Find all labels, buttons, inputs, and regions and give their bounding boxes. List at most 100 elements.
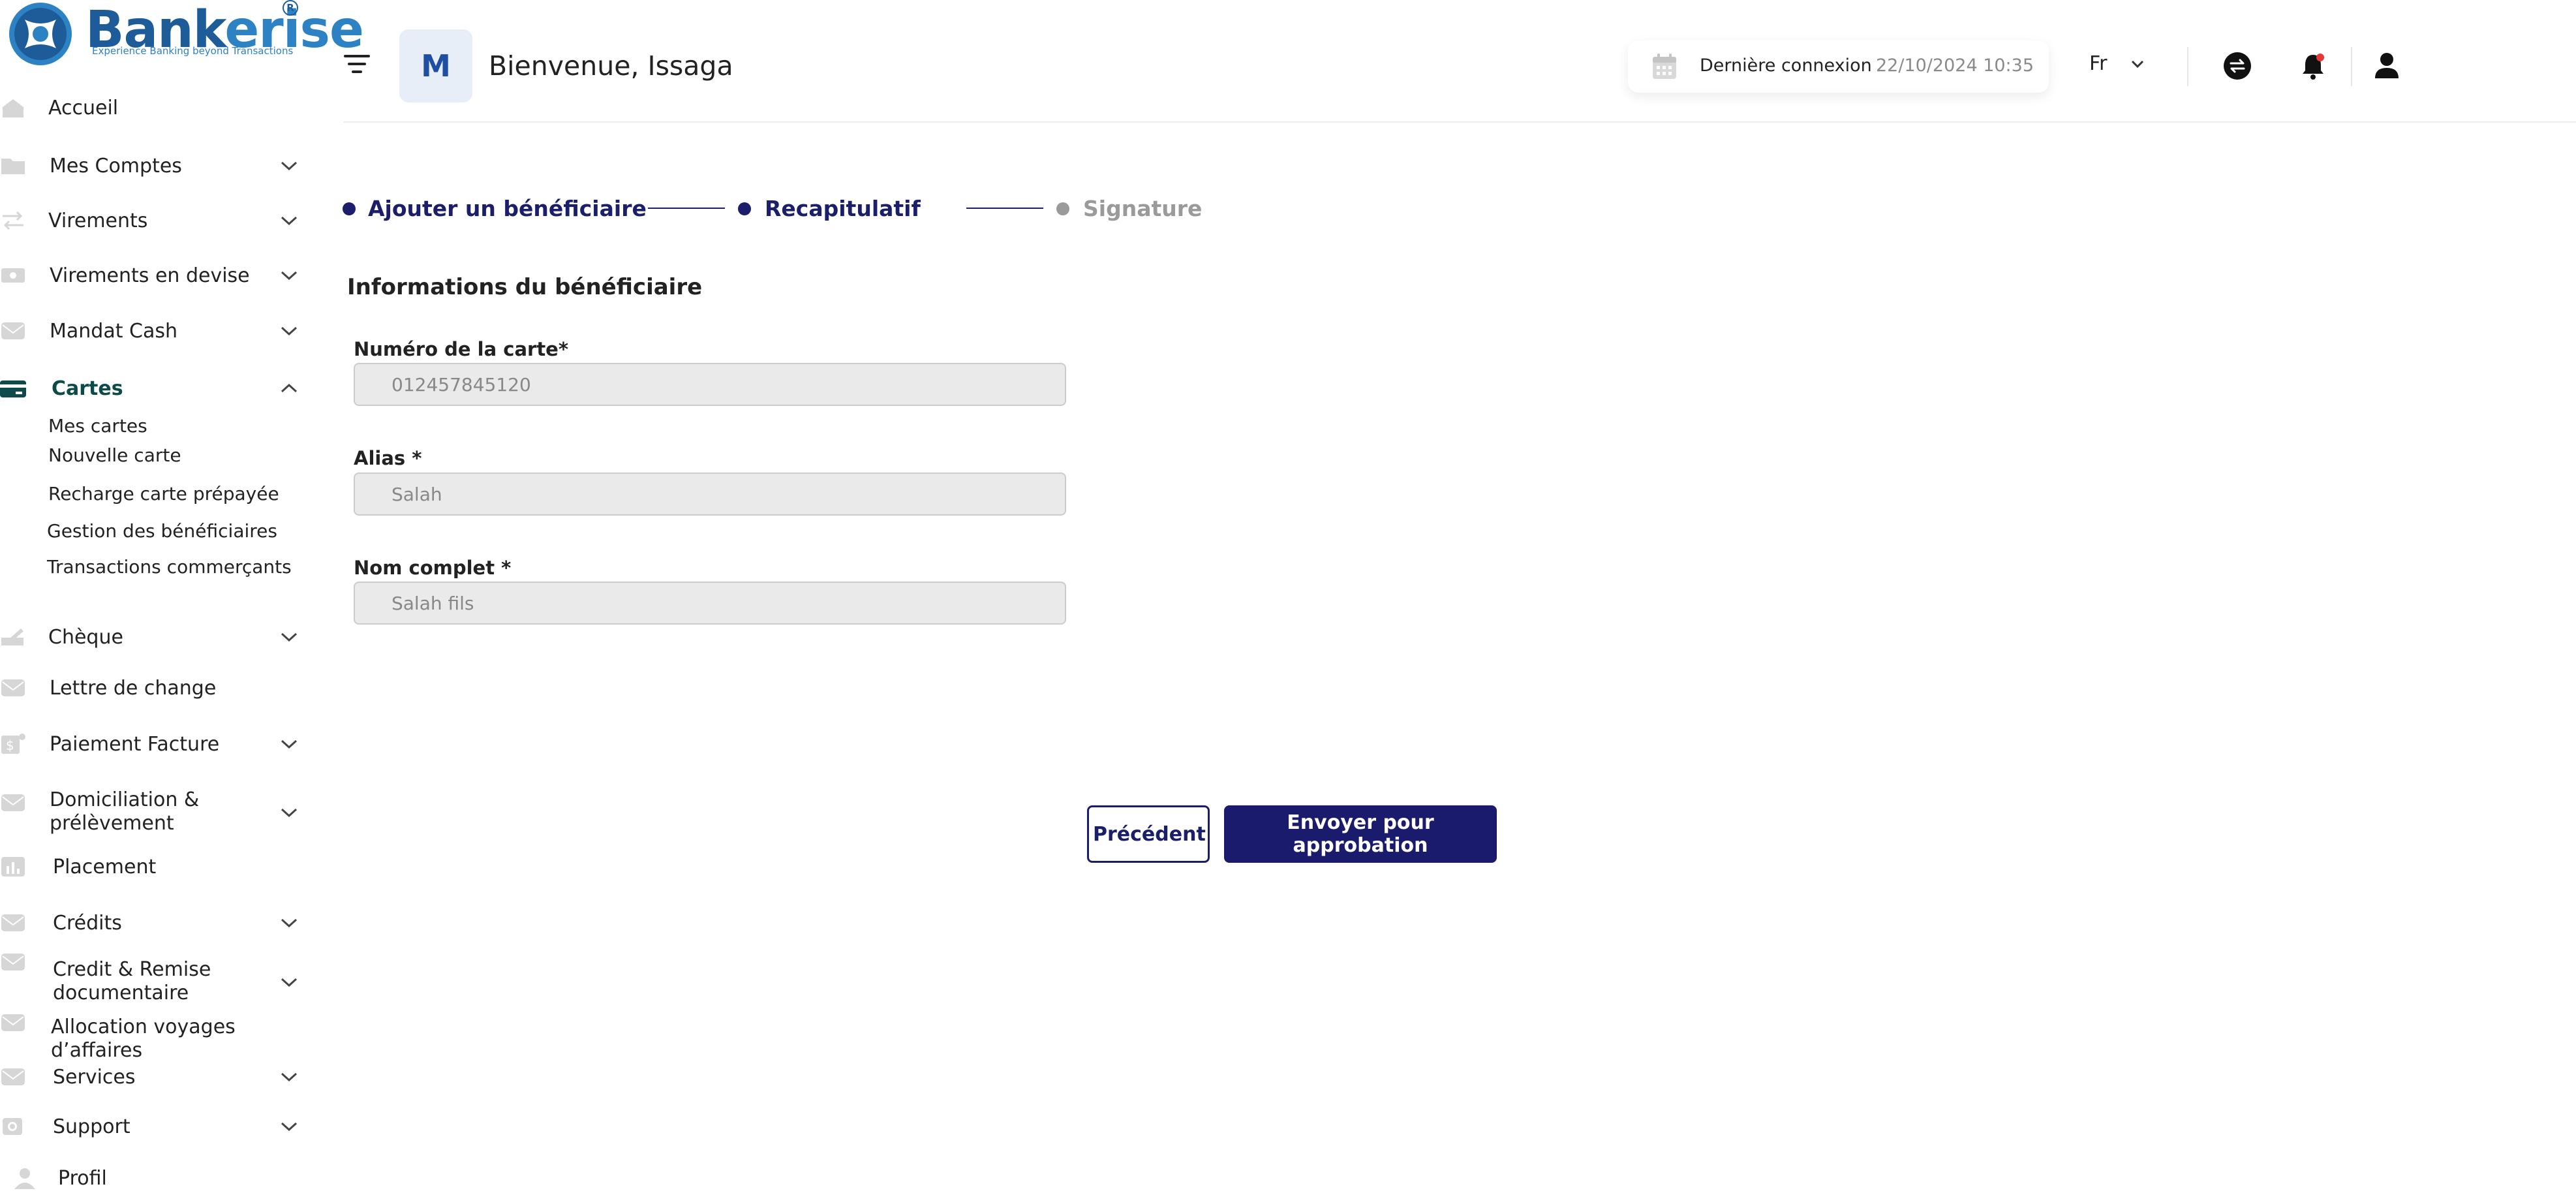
sidebar-item-label: Crédits xyxy=(53,911,122,935)
step-label-recapitulatif: Recapitulatif xyxy=(765,196,921,221)
envelope-icon xyxy=(1,1014,25,1031)
sidebar-item-domiciliation[interactable]: Domiciliation & prélèvement xyxy=(0,783,307,842)
bankerise-logo[interactable]: Bankerise R Experience Banking beyond Tr… xyxy=(5,0,364,72)
header-divider xyxy=(2187,47,2188,86)
chevron-down-icon xyxy=(281,216,298,226)
previous-button[interactable]: Précédent xyxy=(1087,805,1210,863)
menu-toggle-icon[interactable] xyxy=(343,52,371,76)
chevron-down-icon xyxy=(281,739,298,749)
cheque-pen-icon xyxy=(1,629,23,645)
sidebar-item-accueil[interactable]: Accueil xyxy=(0,88,307,127)
last-login-card: Dernière connexion 22/10/2024 10:35 xyxy=(1628,40,2049,93)
sidebar-item-mes-comptes[interactable]: Mes Comptes xyxy=(0,146,307,185)
sidebar-item-label: Profil xyxy=(58,1166,107,1190)
switch-account-icon[interactable] xyxy=(2221,50,2254,82)
chevron-down-icon xyxy=(281,161,298,171)
credit-card-icon xyxy=(0,380,26,397)
step-connector xyxy=(966,208,1043,209)
sidebar-item-placement[interactable]: Placement xyxy=(0,847,307,886)
header-divider xyxy=(2351,47,2352,86)
envelope-icon xyxy=(1,914,25,931)
step-label-ajouter-beneficiaire: Ajouter un bénéficiaire xyxy=(368,196,647,221)
sidebar-item-label: Services xyxy=(53,1065,136,1089)
bar-chart-icon xyxy=(1,857,25,877)
alias-field[interactable] xyxy=(354,473,1066,516)
sidebar: Bankerise R Experience Banking beyond Tr… xyxy=(0,0,364,1195)
sidebar-item-label: Credit & Remise documentaire xyxy=(53,958,211,1004)
sidebar-item-virements-devise[interactable]: Virements en devise xyxy=(0,256,307,295)
sidebar-item-profil[interactable]: Profil xyxy=(0,1162,307,1194)
sidebar-item-label: Placement xyxy=(53,855,157,878)
sidebar-item-virements[interactable]: Virements xyxy=(0,201,307,240)
card-number-field[interactable] xyxy=(354,363,1066,406)
sidebar-item-label: Accueil xyxy=(48,96,119,119)
submenu-item-gestion-beneficiaires[interactable]: Gestion des bénéficiaires xyxy=(47,520,277,542)
sidebar-item-lettre-de-change[interactable]: Lettre de change xyxy=(0,668,307,707)
sidebar-item-mandat-cash[interactable]: Mandat Cash xyxy=(0,311,307,350)
envelope-icon xyxy=(1,679,25,696)
chevron-down-icon xyxy=(281,326,298,336)
transfer-arrows-icon xyxy=(3,211,23,230)
chevron-down-icon xyxy=(281,918,298,928)
envelope-icon xyxy=(1,794,25,811)
calendar-icon xyxy=(1653,54,1676,79)
header-divider-line xyxy=(343,121,2576,123)
sidebar-item-label: Mes Comptes xyxy=(50,154,182,178)
submenu-item-recharge-carte[interactable]: Recharge carte prépayée xyxy=(48,483,279,504)
chevron-down-icon xyxy=(281,978,298,987)
sidebar-item-label: Virements xyxy=(48,209,148,232)
envelope-icon xyxy=(1,1068,25,1085)
welcome-message: Bienvenue, Issaga xyxy=(489,50,733,82)
card-number-label: Numéro de la carte* xyxy=(354,338,569,360)
chevron-down-icon[interactable] xyxy=(2130,59,2145,69)
alias-label: Alias * xyxy=(354,447,422,469)
sidebar-item-support[interactable]: Support xyxy=(0,1107,307,1146)
avatar[interactable]: M xyxy=(399,29,472,102)
sidebar-item-cheque[interactable]: Chèque xyxy=(0,617,307,657)
chevron-down-icon xyxy=(281,271,298,281)
sidebar-item-label: Paiement Facture xyxy=(50,732,220,756)
submenu-item-mes-cartes[interactable]: Mes cartes xyxy=(48,415,147,437)
brand-tagline: Experience Banking beyond Transactions xyxy=(92,45,294,57)
user-icon xyxy=(14,1168,35,1189)
section-title: Informations du bénéficiaire xyxy=(347,274,703,300)
full-name-field[interactable] xyxy=(354,582,1066,625)
user-profile-icon[interactable] xyxy=(2370,50,2403,82)
sidebar-item-services[interactable]: Services xyxy=(0,1057,307,1096)
sidebar-item-label: Cartes xyxy=(52,377,123,400)
support-icon xyxy=(3,1118,22,1135)
last-login-label: Dernière connexion xyxy=(1700,55,1872,76)
step-label-signature: Signature xyxy=(1083,196,1203,221)
notification-bell-icon[interactable] xyxy=(2297,50,2329,82)
envelope-icon xyxy=(1,954,25,970)
step-indicator-active xyxy=(738,202,751,215)
sidebar-item-paiement-facture[interactable]: $ Paiement Facture xyxy=(0,724,307,764)
chevron-down-icon xyxy=(281,808,298,818)
home-icon xyxy=(3,99,23,117)
chevron-up-icon xyxy=(281,383,298,393)
sidebar-item-label: Virements en devise xyxy=(50,264,250,287)
invoice-dollar-icon: $ xyxy=(1,734,25,754)
chevron-down-icon xyxy=(281,632,298,642)
sidebar-item-label: Domiciliation & prélèvement xyxy=(50,788,200,835)
last-login-date: 22/10/2024 10:35 xyxy=(1876,55,2034,76)
folder-icon xyxy=(1,159,25,174)
chevron-down-icon xyxy=(281,1122,298,1132)
envelope-icon xyxy=(1,322,25,339)
chevron-down-icon xyxy=(281,1072,298,1082)
full-name-label: Nom complet * xyxy=(354,557,512,579)
svg-text:$: $ xyxy=(6,737,14,753)
sidebar-item-cartes[interactable]: Cartes xyxy=(0,369,307,408)
submenu-item-transactions-commercants[interactable]: Transactions commerçants xyxy=(47,556,292,578)
send-for-approval-button[interactable]: Envoyer pour approbation xyxy=(1224,805,1497,863)
sidebar-item-label: Mandat Cash xyxy=(50,319,177,343)
step-connector xyxy=(648,208,725,209)
step-indicator-done xyxy=(343,202,356,215)
submenu-item-nouvelle-carte[interactable]: Nouvelle carte xyxy=(48,444,181,466)
sidebar-item-label: Allocation voyages d’affaires xyxy=(51,1016,236,1062)
sidebar-item-credit-remise[interactable]: Credit & Remise documentaire xyxy=(0,953,307,1012)
sidebar-item-label: Lettre de change xyxy=(50,676,217,700)
sidebar-item-credits[interactable]: Crédits xyxy=(0,903,307,942)
language-selector[interactable]: Fr xyxy=(2089,52,2107,75)
banknote-icon xyxy=(1,268,25,283)
